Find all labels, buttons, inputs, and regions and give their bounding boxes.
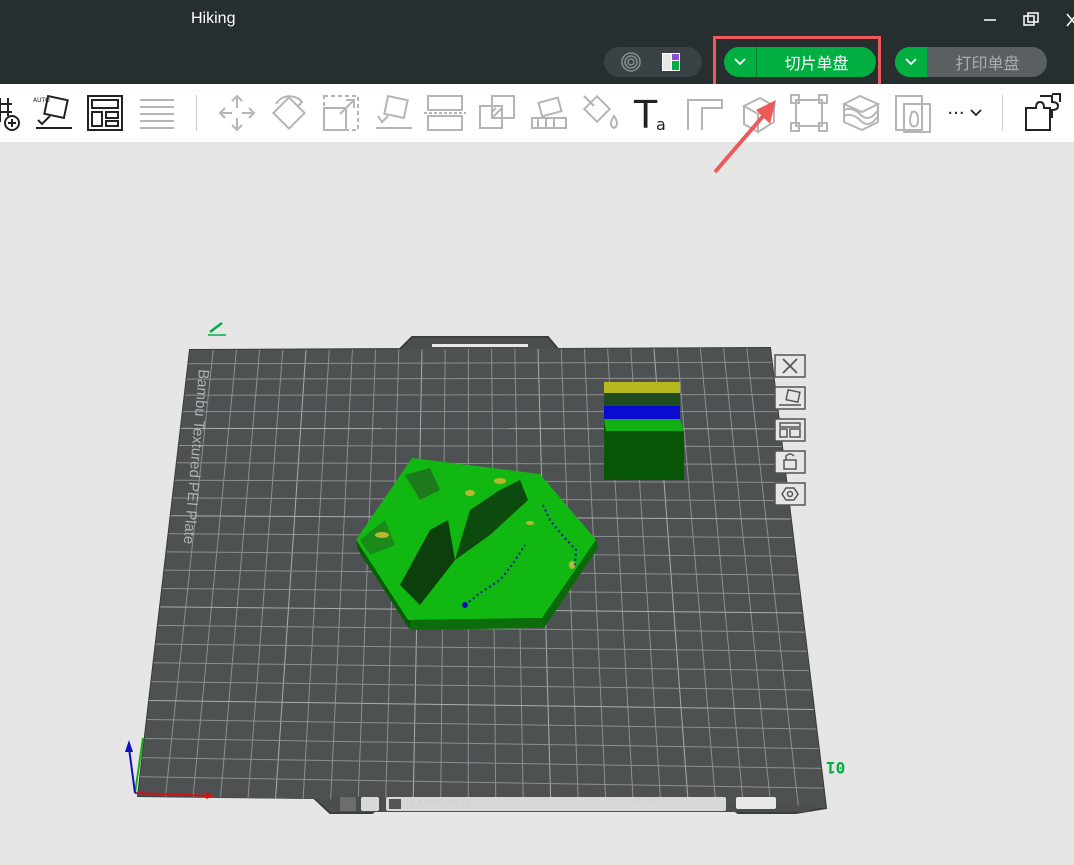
text-icon: T a: [633, 93, 666, 137]
layers-list-button[interactable]: [136, 92, 178, 134]
seam-icon: [895, 95, 931, 133]
delete-plate-button[interactable]: [773, 353, 807, 381]
color-paint-icon: [582, 94, 618, 130]
support-paint-button[interactable]: [528, 92, 570, 134]
chevron-down-icon: [969, 109, 982, 117]
scale-icon: [323, 95, 359, 131]
pencil-icon: [208, 322, 226, 336]
puzzle-icon: [1025, 93, 1061, 131]
minimize-icon: [984, 19, 996, 21]
plate-handle: [432, 344, 528, 347]
variable-layer-button[interactable]: [840, 92, 882, 134]
rotate-button[interactable]: [268, 92, 310, 134]
plate-number: 01: [826, 758, 846, 777]
edit-plate-name-button[interactable]: [206, 318, 228, 336]
plate-material-label: PLA/ABS/PETG: [406, 799, 472, 809]
spiral-icon: [621, 52, 641, 72]
window-title: Hiking: [191, 10, 236, 27]
text-button[interactable]: T a: [632, 92, 674, 137]
svg-text:a: a: [656, 115, 666, 134]
arrange-icon: [87, 95, 123, 131]
arrange-icon: [774, 418, 806, 442]
scale-button[interactable]: [320, 92, 362, 134]
title-bar: Hiking: [0, 0, 1074, 40]
chevron-down-icon: [905, 58, 917, 66]
toolbar-divider: [1002, 95, 1003, 131]
chevron-down-icon: [734, 58, 746, 66]
print-plate-button[interactable]: 打印单盘: [928, 47, 1047, 77]
arrange-plate-button[interactable]: [773, 417, 807, 445]
boolean-button[interactable]: [476, 92, 518, 134]
close-icon: [774, 354, 806, 378]
toolbar-divider: [196, 95, 197, 131]
assemble-view-button[interactable]: [1022, 92, 1064, 134]
print-dropdown[interactable]: [895, 47, 927, 77]
slice-plate-button[interactable]: 切片单盘: [757, 47, 876, 77]
variable-layer-icon: [841, 94, 881, 132]
plate-surface-warning: HOT SURFACE: [611, 796, 658, 804]
arrange-button[interactable]: [84, 92, 126, 134]
color-tower-model[interactable]: [604, 382, 684, 480]
minimize-button[interactable]: [978, 8, 1002, 32]
close-button[interactable]: [1060, 8, 1074, 32]
seam-button[interactable]: [892, 92, 934, 134]
restore-button[interactable]: [1019, 8, 1043, 32]
auto-orient-icon: AUTO: [33, 94, 72, 129]
move-button[interactable]: [216, 92, 258, 134]
more-label: ···: [947, 102, 965, 124]
rotate-icon: [272, 95, 306, 130]
svg-text:T: T: [633, 93, 658, 134]
restore-icon: [1023, 12, 1039, 26]
auto-orient-button[interactable]: AUTO: [32, 92, 74, 134]
orient-icon: [774, 386, 806, 410]
assembly-icon: [790, 94, 828, 132]
assembly-button[interactable]: [788, 92, 830, 134]
boolean-icon: [479, 95, 515, 129]
plate-settings-button[interactable]: [773, 481, 807, 509]
hexagon-icon: [774, 482, 806, 506]
view-toggle: [604, 47, 702, 77]
cut-button[interactable]: [424, 92, 466, 134]
layers-list-icon: [140, 99, 174, 129]
preview-view-button[interactable]: [620, 51, 642, 73]
support-paint-icon: [531, 96, 567, 129]
lay-on-face-icon: [376, 94, 412, 129]
slice-plate-split-button: 切片单盘: [724, 47, 876, 77]
cut-icon: [424, 95, 466, 131]
more-tools-button[interactable]: ···: [940, 100, 990, 126]
close-icon: [1066, 13, 1074, 27]
lock-plate-button[interactable]: [773, 449, 807, 477]
prepare-view-button[interactable]: [660, 51, 682, 73]
layout-icon: [662, 53, 680, 71]
print-plate-split-button: 打印单盘: [895, 47, 1047, 77]
annotation-arrow: [713, 100, 776, 174]
orient-plate-button[interactable]: [773, 385, 807, 413]
move-icon: [218, 94, 256, 132]
slice-dropdown[interactable]: [724, 47, 756, 77]
add-plate-icon: [0, 98, 20, 131]
add-plate-button[interactable]: [0, 92, 28, 134]
unlock-icon: [774, 450, 806, 474]
grid-line: [184, 394, 776, 396]
color-paint-button[interactable]: [580, 92, 622, 134]
lay-on-face-button[interactable]: [372, 92, 414, 134]
